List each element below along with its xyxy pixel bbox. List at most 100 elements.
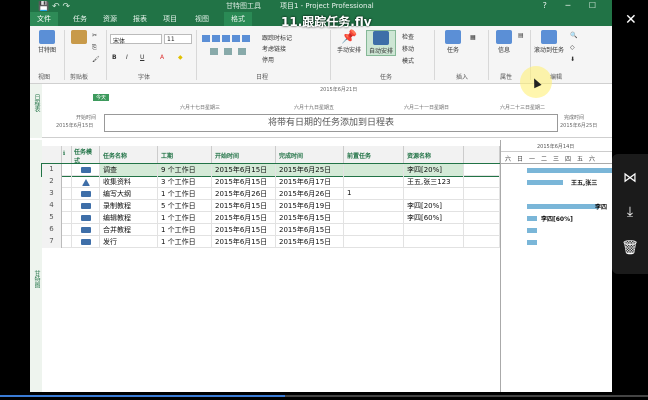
outdent-icon[interactable] (224, 48, 232, 55)
tab-view[interactable]: 视图 (188, 12, 216, 26)
close-icon[interactable]: ✕ (625, 12, 637, 28)
font-face-select[interactable]: 宋体 (110, 34, 162, 45)
gantt-bar[interactable] (527, 180, 563, 185)
download-icon[interactable]: ⤓ (621, 204, 639, 220)
bold-button[interactable]: B (112, 54, 117, 61)
gantt-bar[interactable] (527, 216, 537, 221)
duration-cell[interactable]: 3 个工作日 (158, 176, 212, 188)
table-row[interactable]: 6 合并教程 1 个工作日 2015年6月15日 2015年6月15日 (42, 224, 500, 236)
add-cell[interactable] (464, 200, 500, 212)
finish-cell[interactable]: 2015年6月15日 (276, 212, 344, 224)
row-id[interactable]: 4 (42, 200, 62, 212)
scroll-to-task-button[interactable]: 滚动到任务 (534, 30, 564, 54)
row-id[interactable]: 7 (42, 236, 62, 248)
add-column-header[interactable] (464, 146, 500, 164)
font-color-icon[interactable]: A (160, 54, 164, 61)
row-id[interactable]: 5 (42, 212, 62, 224)
start-cell[interactable]: 2015年6月15日 (212, 200, 276, 212)
tab-task[interactable]: 任务 (66, 12, 94, 26)
indent-icon[interactable] (210, 48, 218, 55)
row-id[interactable]: 2 (42, 176, 62, 188)
respect-links-button[interactable]: 考虑链接 (262, 44, 286, 53)
auto-schedule-button[interactable]: 自动安排 (366, 30, 396, 56)
start-cell[interactable]: 2015年6月15日 (212, 236, 276, 248)
start-cell[interactable]: 2015年6月15日 (212, 212, 276, 224)
schedule-100-icon[interactable] (242, 35, 250, 42)
quick-access-toolbar[interactable]: 💾 ↶ ↷ (38, 2, 70, 12)
finish-cell[interactable]: 2015年6月19日 (276, 200, 344, 212)
finish-cell[interactable]: 2015年6月26日 (276, 188, 344, 200)
resources-cell[interactable]: 李四[20%] (404, 200, 464, 212)
info-column-header[interactable]: ℹ (62, 146, 72, 164)
table-row[interactable]: 3 编写大纲 1 个工作日 2015年6月26日 2015年6月26日 1 (42, 188, 500, 200)
link-icon[interactable] (238, 48, 246, 55)
predecessors-cell[interactable] (344, 164, 404, 176)
video-progress-bar[interactable] (0, 392, 648, 400)
duration-cell[interactable]: 1 个工作日 (158, 212, 212, 224)
start-cell[interactable]: 2015年6月15日 (212, 224, 276, 236)
task-name-cell[interactable]: 录制教程 (100, 200, 158, 212)
duration-cell[interactable]: 1 个工作日 (158, 236, 212, 248)
inspect-button[interactable]: 检查 (402, 32, 414, 41)
information-button[interactable]: 信息 (492, 30, 516, 54)
duration-cell[interactable]: 5 个工作日 (158, 200, 212, 212)
table-row[interactable]: 7 发行 1 个工作日 2015年6月15日 2015年6月15日 (42, 236, 500, 248)
task-name-cell[interactable]: 调查 (100, 164, 158, 176)
delete-icon[interactable]: 🗑 (621, 240, 639, 256)
resources-column-header[interactable]: 资源名称 (404, 146, 464, 164)
task-mode-cell[interactable] (72, 164, 100, 176)
timeline-bar[interactable]: 将带有日期的任务添加到日程表 (104, 114, 558, 132)
predecessors-cell[interactable] (344, 224, 404, 236)
resources-cell[interactable] (404, 224, 464, 236)
resources-cell[interactable] (404, 188, 464, 200)
italic-button[interactable]: I (126, 54, 128, 61)
task-name-cell[interactable]: 编辑教程 (100, 212, 158, 224)
name-column-header[interactable]: 任务名称 (100, 146, 158, 164)
gantt-bar[interactable] (527, 228, 537, 233)
task-name-cell[interactable]: 编写大纲 (100, 188, 158, 200)
resources-cell[interactable]: 王五,张三123 (404, 176, 464, 188)
row-id[interactable]: 6 (42, 224, 62, 236)
manual-schedule-button[interactable]: 📌 手动安排 (334, 30, 364, 54)
predecessors-cell[interactable]: 1 (344, 188, 404, 200)
move-button[interactable]: 移动 (402, 44, 414, 53)
notes-icon[interactable]: ▤ (518, 32, 524, 39)
add-cell[interactable] (464, 164, 500, 176)
share-icon[interactable]: ⋈ (621, 170, 639, 186)
resources-cell[interactable]: 李四[60%] (404, 212, 464, 224)
resources-cell[interactable]: 李四[20%] (404, 164, 464, 176)
resources-cell[interactable] (404, 236, 464, 248)
task-mode-cell[interactable] (72, 236, 100, 248)
task-mode-cell[interactable] (72, 176, 100, 188)
finish-cell[interactable]: 2015年6月17日 (276, 176, 344, 188)
window-controls[interactable]: ? ─ ☐ (543, 1, 604, 10)
insert-task-button[interactable]: 任务 (440, 30, 466, 54)
table-row[interactable]: 4 录制教程 5 个工作日 2015年6月15日 2015年6月19日 李四[2… (42, 200, 500, 212)
start-column-header[interactable]: 开始时间 (212, 146, 276, 164)
paste-button[interactable] (68, 30, 90, 45)
task-name-cell[interactable]: 合并教程 (100, 224, 158, 236)
underline-button[interactable]: U (140, 54, 144, 61)
duration-cell[interactable]: 1 个工作日 (158, 188, 212, 200)
predecessors-cell[interactable] (344, 212, 404, 224)
table-row[interactable]: 2 收集资料 3 个工作日 2015年6月15日 2015年6月17日 王五,张… (42, 176, 500, 188)
duration-cell[interactable]: 1 个工作日 (158, 224, 212, 236)
cut-icon[interactable]: ✂ (92, 32, 97, 39)
schedule-25-icon[interactable] (212, 35, 220, 42)
gantt-bar[interactable] (527, 168, 612, 173)
task-name-cell[interactable]: 发行 (100, 236, 158, 248)
duration-column-header[interactable]: 工期 (158, 146, 212, 164)
track-marker-button[interactable]: 跟踪时标记 (262, 33, 292, 42)
predecessors-cell[interactable] (344, 236, 404, 248)
inactivate-button[interactable]: 停用 (262, 55, 274, 64)
start-cell[interactable]: 2015年6月15日 (212, 164, 276, 176)
insert-more-icon[interactable]: ▦ (470, 34, 476, 41)
gantt-chart[interactable]: 2015年6月14日 六 日 一 二 三 四 五 六 王五,张三 李四 李四[6… (500, 140, 612, 392)
schedule-75-icon[interactable] (232, 35, 240, 42)
finish-cell[interactable]: 2015年6月15日 (276, 224, 344, 236)
table-row[interactable]: 5 编辑教程 1 个工作日 2015年6月15日 2015年6月15日 李四[6… (42, 212, 500, 224)
find-icon[interactable]: 🔍 (570, 32, 577, 39)
format-painter-icon[interactable]: 🖌 (92, 56, 100, 63)
clear-icon[interactable]: ◇ (570, 44, 575, 51)
select-all-corner[interactable] (42, 146, 62, 164)
